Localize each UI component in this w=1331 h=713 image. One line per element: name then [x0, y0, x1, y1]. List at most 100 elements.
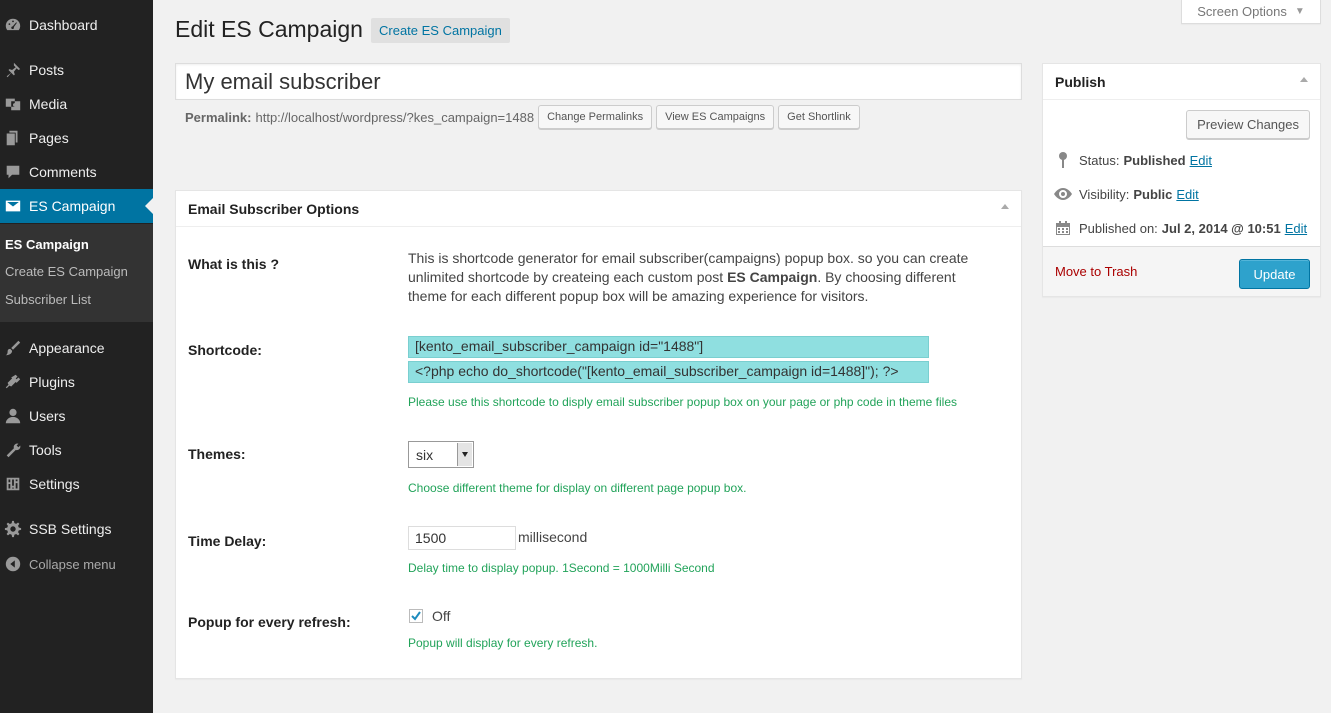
sidebar-item-label: SSB Settings [29, 521, 112, 537]
sidebar-item-media[interactable]: Media [0, 87, 153, 121]
sidebar-item-posts[interactable]: Posts [0, 53, 153, 87]
submenu-item-es-campaign[interactable]: ES Campaign [5, 237, 89, 252]
screen-options-label: Screen Options [1197, 4, 1287, 19]
brush-icon [3, 338, 23, 358]
status-value: Published [1123, 152, 1186, 168]
user-icon [3, 406, 23, 426]
get-shortlink-button[interactable]: Get Shortlink [778, 105, 860, 129]
visibility-row: Visibility: Public Edit [1053, 185, 1199, 203]
settings-icon [3, 474, 23, 494]
shortcode-label: Shortcode: [188, 342, 262, 358]
themes-hint: Choose different theme for display on di… [408, 481, 747, 495]
create-es-campaign-button[interactable]: Create ES Campaign [371, 18, 510, 43]
what-is-this-description: This is shortcode generator for email su… [408, 250, 969, 304]
pages-icon [3, 128, 23, 148]
checkmark-icon [411, 611, 421, 621]
email-subscriber-options-box: Email Subscriber Options What is this ? … [175, 190, 1022, 679]
sidebar-item-label: Plugins [29, 374, 75, 390]
submenu-item-create-es-campaign[interactable]: Create ES Campaign [5, 264, 128, 279]
sidebar-item-label: Comments [29, 164, 97, 180]
visibility-value: Public [1133, 186, 1173, 202]
themes-label: Themes: [188, 446, 246, 462]
move-to-trash-link[interactable]: Move to Trash [1055, 264, 1137, 279]
collapse-menu-label: Collapse menu [29, 556, 116, 572]
sidebar-item-es-campaign[interactable]: ES Campaign [0, 189, 153, 223]
sidebar-item-users[interactable]: Users [0, 399, 153, 433]
sidebar-item-label: Pages [29, 130, 69, 146]
edit-status-link[interactable]: Edit [1190, 153, 1212, 168]
sidebar-item-pages[interactable]: Pages [0, 121, 153, 155]
themes-selected-value: six [416, 446, 434, 463]
visibility-label: Visibility: [1079, 186, 1130, 202]
shortcode-field[interactable]: [kento_email_subscriber_campaign id="148… [408, 336, 929, 358]
collapse-box-icon[interactable] [1001, 204, 1009, 209]
sidebar-item-comments[interactable]: Comments [0, 155, 153, 189]
status-row: Status: Published Edit [1053, 151, 1212, 169]
published-on-row: Published on: Jul 2, 2014 @ 10:51 Edit [1053, 219, 1307, 237]
publish-box-title: Publish [1043, 64, 1320, 100]
collapse-menu-button[interactable]: Collapse menu [0, 547, 153, 581]
calendar-icon [1053, 219, 1073, 237]
shortcode-hint: Please use this shortcode to disply emai… [408, 395, 957, 409]
view-es-campaigns-button[interactable]: View ES Campaigns [656, 105, 775, 129]
published-on-value: Jul 2, 2014 @ 10:51 [1161, 220, 1281, 236]
themes-select[interactable]: six [408, 441, 474, 468]
chevron-down-icon [457, 443, 472, 466]
php-shortcode-field[interactable]: <?php echo do_shortcode("[kento_email_su… [408, 361, 929, 383]
edit-date-link[interactable]: Edit [1285, 221, 1307, 236]
sidebar-item-label: Settings [29, 476, 80, 492]
admin-sidebar: Dashboard Posts Media Pages Comments ES … [0, 0, 153, 713]
permalink-label: Permalink: [185, 109, 252, 125]
preview-changes-button[interactable]: Preview Changes [1186, 110, 1310, 139]
gear-icon [3, 519, 23, 539]
popup-refresh-label: Popup for every refresh: [188, 614, 351, 630]
media-icon [3, 94, 23, 114]
update-button[interactable]: Update [1239, 259, 1310, 289]
sidebar-item-label: Users [29, 408, 66, 424]
time-delay-hint: Delay time to display popup. 1Second = 1… [408, 561, 715, 575]
sidebar-item-settings[interactable]: Settings [0, 467, 153, 501]
published-on-label: Published on: [1079, 220, 1158, 236]
time-delay-input[interactable] [408, 526, 516, 550]
options-box-title: Email Subscriber Options [176, 191, 1021, 227]
sidebar-item-label: Appearance [29, 340, 105, 356]
collapse-box-icon[interactable] [1300, 77, 1308, 82]
sidebar-item-tools[interactable]: Tools [0, 433, 153, 467]
what-is-this-label: What is this ? [188, 256, 279, 272]
pin-icon [3, 60, 23, 80]
collapse-icon [3, 554, 23, 574]
edit-visibility-link[interactable]: Edit [1176, 187, 1198, 202]
permalink-row: Permalink: http://localhost/wordpress/?k… [185, 105, 860, 129]
chevron-down-icon: ▼ [1294, 6, 1305, 17]
sidebar-item-label: Media [29, 96, 68, 112]
post-title-input[interactable] [175, 63, 1022, 100]
sidebar-item-appearance[interactable]: Appearance [0, 331, 153, 365]
eye-icon [1053, 185, 1073, 203]
plugin-icon [3, 372, 23, 392]
sidebar-item-label: ES Campaign [29, 198, 116, 214]
wrench-icon [3, 440, 23, 460]
popup-refresh-checkbox[interactable] [409, 609, 423, 623]
publish-box: Publish Preview Changes Status: Publishe… [1042, 63, 1321, 297]
dashboard-icon [3, 15, 23, 35]
sidebar-item-ssb-settings[interactable]: SSB Settings [0, 512, 153, 546]
status-label: Status: [1079, 152, 1120, 168]
sidebar-item-plugins[interactable]: Plugins [0, 365, 153, 399]
sidebar-item-label: Tools [29, 442, 62, 458]
page-title: Edit ES Campaign [175, 16, 363, 42]
envelope-icon [3, 196, 23, 216]
publish-actions: Move to Trash Update [1043, 246, 1320, 296]
time-delay-label: Time Delay: [188, 533, 267, 549]
change-permalinks-button[interactable]: Change Permalinks [538, 105, 653, 129]
screen-options-toggle[interactable]: Screen Options ▼ [1181, 0, 1321, 24]
popup-refresh-hint: Popup will display for every refresh. [408, 636, 598, 650]
sidebar-item-label: Dashboard [29, 17, 98, 33]
comment-icon [3, 162, 23, 182]
pin-icon [1053, 151, 1073, 169]
sidebar-item-label: Posts [29, 62, 65, 78]
submenu-item-subscriber-list[interactable]: Subscriber List [5, 292, 91, 307]
popup-refresh-value: Off [432, 608, 451, 624]
sidebar-item-dashboard[interactable]: Dashboard [0, 8, 153, 42]
time-delay-unit: millisecond [518, 529, 588, 545]
permalink-url: http://localhost/wordpress/?kes_campaign… [255, 109, 535, 125]
